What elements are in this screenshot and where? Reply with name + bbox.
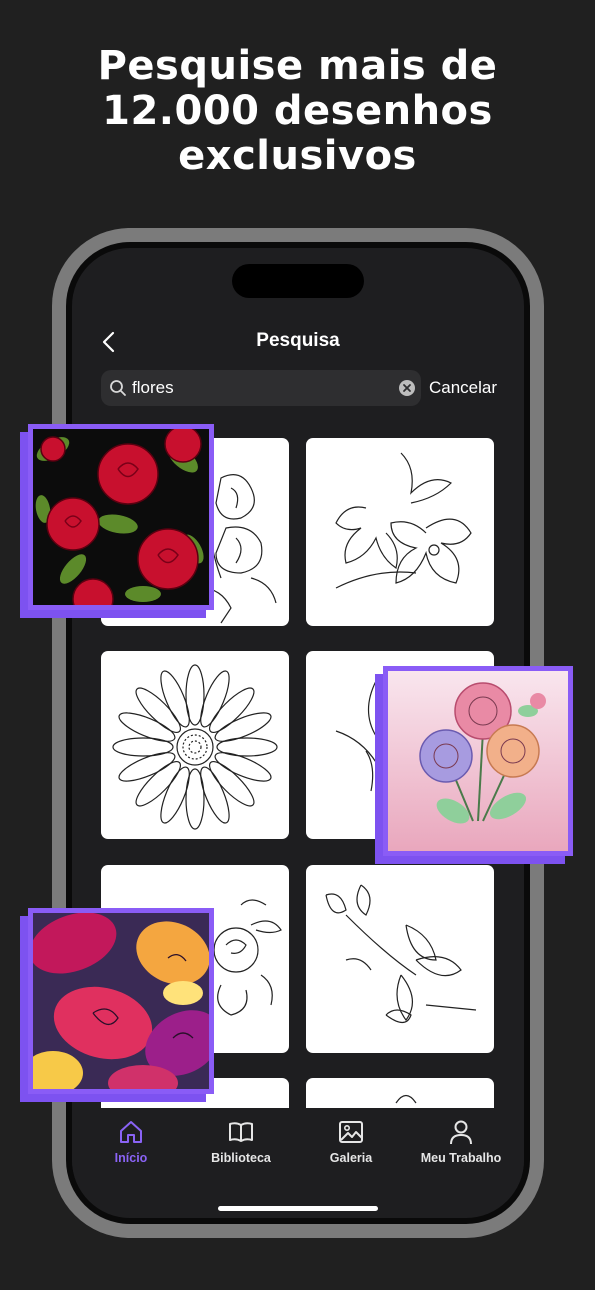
tab-label-home: Início bbox=[114, 1151, 148, 1165]
search-input[interactable]: flores bbox=[101, 370, 421, 406]
result-tile-lilies-sketch[interactable] bbox=[306, 438, 494, 626]
user-icon bbox=[450, 1120, 472, 1145]
tab-my-work[interactable]: Meu Trabalho bbox=[406, 1118, 516, 1165]
result-tile-flower-sketch-8[interactable] bbox=[306, 1078, 494, 1108]
headline-line-2: 12.000 desenhos bbox=[102, 88, 493, 134]
colored-orchids-card bbox=[28, 908, 214, 1094]
result-tile-magnolia-sketch[interactable] bbox=[306, 865, 494, 1053]
daisy-sketch-image bbox=[112, 664, 278, 830]
home-indicator bbox=[218, 1206, 378, 1211]
colored-roses-card bbox=[28, 424, 214, 610]
flower-sketch-image bbox=[395, 1094, 417, 1104]
tab-label-library: Biblioteca bbox=[211, 1151, 271, 1165]
headline-line-1: Pesquise mais de bbox=[97, 43, 498, 89]
tab-label-gallery: Galeria bbox=[329, 1151, 373, 1165]
magnolia-sketch-image bbox=[325, 884, 477, 1024]
page-title: Pesquisa bbox=[256, 330, 340, 351]
tab-bar: Início Biblioteca Galeria Meu Trabalho bbox=[72, 1108, 524, 1188]
colored-dahlias-card bbox=[383, 666, 573, 856]
tab-home[interactable]: Início bbox=[76, 1118, 186, 1165]
result-tile-daisy-sketch[interactable] bbox=[101, 651, 289, 839]
cancel-button[interactable]: Cancelar bbox=[429, 378, 497, 398]
image-icon bbox=[339, 1121, 363, 1143]
tab-label-my-work: Meu Trabalho bbox=[420, 1151, 502, 1165]
dynamic-island bbox=[232, 264, 364, 298]
lily-sketch-image bbox=[335, 452, 472, 589]
headline: Pesquise mais de 12.000 desenhos exclusi… bbox=[0, 44, 595, 179]
clear-icon[interactable] bbox=[399, 380, 415, 396]
tab-library[interactable]: Biblioteca bbox=[186, 1118, 296, 1165]
search-value: flores bbox=[132, 378, 174, 397]
dahlias-image bbox=[388, 671, 568, 851]
orchids-image bbox=[33, 913, 209, 1089]
headline-line-3: exclusivos bbox=[178, 133, 417, 179]
red-roses-image bbox=[33, 429, 209, 605]
search-icon bbox=[110, 380, 126, 396]
home-icon bbox=[120, 1121, 142, 1143]
book-icon bbox=[229, 1122, 253, 1142]
tab-gallery[interactable]: Galeria bbox=[296, 1118, 406, 1165]
